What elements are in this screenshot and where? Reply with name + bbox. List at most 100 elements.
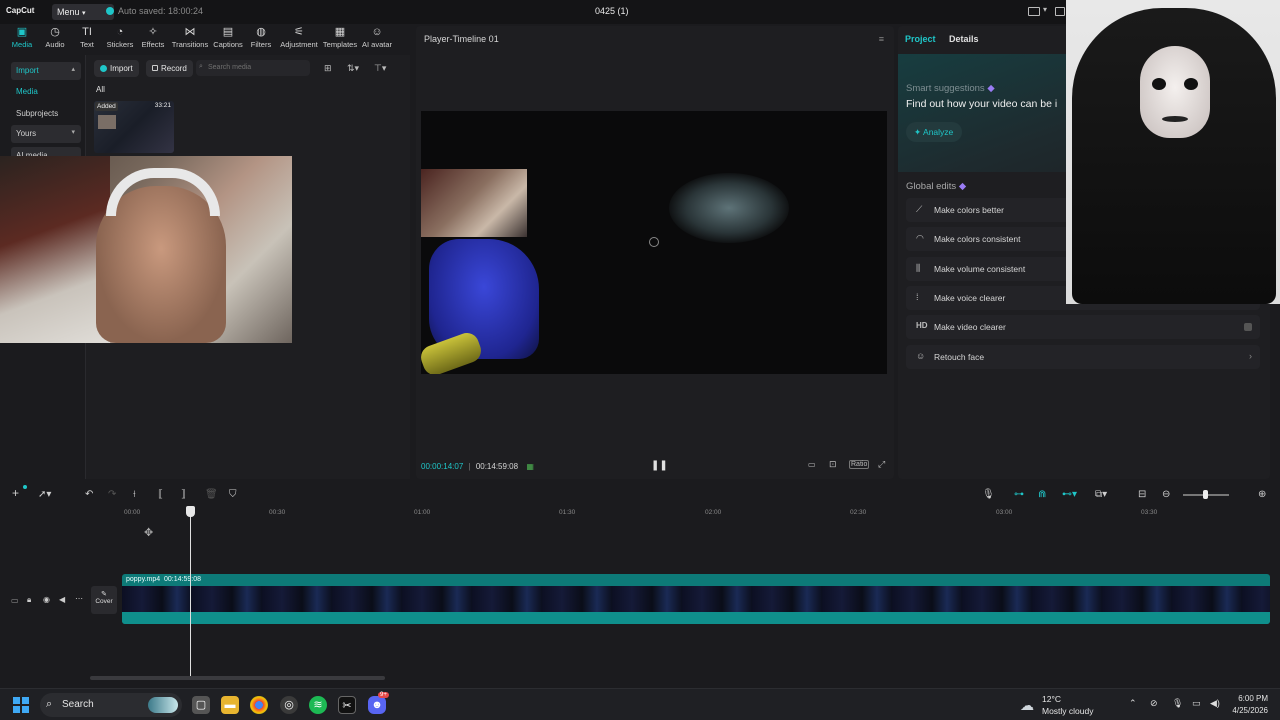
chrome-icon[interactable] <box>250 696 268 714</box>
zoom-slider-handle[interactable] <box>1203 490 1208 499</box>
track-screen-icon[interactable]: ▭ <box>11 596 19 605</box>
transitions-icon: ⋈ <box>184 26 196 38</box>
chevron-down-icon[interactable]: ▾ <box>1043 5 1047 14</box>
tool-adjustment[interactable]: ⚟ Adjustment <box>279 26 319 49</box>
task-view-icon[interactable]: ▢ <box>192 696 210 714</box>
menu-button[interactable]: Menu ▾ <box>52 4 114 20</box>
thumbnail-icon[interactable]: ⊟ <box>1138 489 1146 500</box>
clip-name: poppy.mp4 <box>126 576 161 583</box>
chevron-up-icon[interactable]: ⌃ <box>1129 698 1137 709</box>
tool-label: Media <box>11 40 33 49</box>
clock-date[interactable]: 4/25/2026 <box>1228 706 1268 715</box>
tab-details[interactable]: Details <box>949 34 979 44</box>
filter-all[interactable]: All <box>96 85 105 94</box>
tool-captions[interactable]: ▤ Captions <box>212 26 244 49</box>
tool-label: AI avatar <box>361 40 392 49</box>
clock-time[interactable]: 6:00 PM <box>1236 694 1268 703</box>
sidebar-item-yours[interactable]: Yours ▾ <box>11 125 81 143</box>
app-icon[interactable]: ◎ <box>280 696 298 714</box>
toggle-icon[interactable] <box>1244 323 1252 331</box>
window-icon[interactable] <box>1055 7 1065 16</box>
select-tool-icon[interactable]: ➚▾ <box>38 489 51 500</box>
windows-start-icon[interactable] <box>13 697 29 713</box>
edit-retouch-face[interactable]: ☺ Retouch face › <box>906 345 1260 369</box>
marker-icon[interactable]: ⛉ <box>229 489 237 500</box>
trim-left-icon[interactable]: ⟦ <box>158 489 163 500</box>
grid-view-icon[interactable]: ⊞ <box>324 63 332 74</box>
magnet-icon[interactable]: ⋒ <box>1038 489 1046 500</box>
lock-icon[interactable]: 🔒︎ <box>27 595 31 605</box>
tool-stickers[interactable]: ◔ Stickers <box>105 26 135 49</box>
right-eye-image <box>1184 78 1198 90</box>
timeline-scrollbar[interactable] <box>90 676 385 680</box>
sidebar-item-import[interactable]: Import ▴ <box>11 62 81 80</box>
snap-icon[interactable]: ⊷▾ <box>1062 489 1077 500</box>
sidebar-item-media[interactable]: Media <box>11 83 81 101</box>
edit-label: Retouch face <box>934 352 985 362</box>
weather-desc[interactable]: Mostly cloudy <box>1042 706 1094 716</box>
tool-filters[interactable]: ◍ Filters <box>249 26 273 49</box>
preview-axis-icon[interactable]: ⧉▾ <box>1095 489 1107 500</box>
edit-make-video-clearer[interactable]: HD Make video clearer <box>906 315 1260 339</box>
tool-label: Filters <box>250 40 272 49</box>
microphone-icon[interactable]: 🎙 <box>1172 698 1183 709</box>
playhead-handle[interactable] <box>186 506 195 517</box>
menu-icon[interactable]: ≡ <box>879 34 884 44</box>
tool-audio[interactable]: ◷ Audio <box>43 26 67 49</box>
tab-project[interactable]: Project <box>905 34 936 44</box>
tool-transitions[interactable]: ⋈ Transitions <box>171 26 209 49</box>
fullscreen-preview-icon[interactable]: ▭ <box>808 460 816 469</box>
tool-templates[interactable]: ▦ Templates <box>322 26 358 49</box>
layout-icon[interactable] <box>1028 7 1040 16</box>
expand-icon[interactable]: ⤢ <box>878 459 885 470</box>
file-explorer-icon[interactable]: ▬ <box>221 696 239 714</box>
microphone-icon[interactable]: 🎙 <box>982 489 995 500</box>
search-icon: ⌕ <box>46 698 53 710</box>
delete-icon[interactable]: 🗑 <box>205 489 218 500</box>
sort-icon[interactable]: ⇅▾ <box>347 63 359 74</box>
more-icon[interactable]: ⋯ <box>75 594 83 603</box>
discord-icon[interactable]: ☻ <box>368 696 386 714</box>
split-icon[interactable]: ⟊ <box>133 489 136 500</box>
record-button[interactable]: Record <box>146 60 193 77</box>
import-button[interactable]: Import <box>94 60 139 77</box>
sidebar-item-label: Yours <box>16 129 37 138</box>
sidebar-item-label: Media <box>16 87 38 96</box>
ratio-button[interactable]: Ratio <box>849 460 870 469</box>
media-thumbnail[interactable]: Added 33:21 <box>94 101 174 153</box>
add-track-icon[interactable]: + <box>12 486 19 500</box>
zoom-in-icon[interactable]: ⊕ <box>1258 489 1266 500</box>
pause-button[interactable]: ❚❚ <box>651 460 668 471</box>
analyze-button[interactable]: ✦ Analyze <box>906 122 963 142</box>
search-media-input[interactable]: ⌕ Search media <box>196 60 310 76</box>
network-off-icon[interactable]: ⊘ <box>1150 698 1158 709</box>
sidebar-item-subprojects[interactable]: Subprojects <box>11 105 81 123</box>
undo-icon[interactable]: ↶ <box>85 489 93 500</box>
spotify-icon[interactable]: ≋ <box>309 696 327 714</box>
video-clip[interactable]: poppy.mp4 00:14:59:08 <box>122 574 1270 624</box>
volume-icon[interactable]: ◀) <box>1210 698 1220 709</box>
tool-ai-avatar[interactable]: ☺ AI avatar <box>361 26 393 49</box>
tool-media[interactable]: ▣ Media <box>10 26 34 49</box>
display-icon[interactable]: ▭ <box>1192 698 1201 709</box>
taskbar-search[interactable]: ⌕ Search <box>40 693 182 717</box>
video-preview[interactable] <box>421 111 887 374</box>
weather-temp[interactable]: 12°C <box>1042 694 1061 704</box>
project-title[interactable]: 0425 (1) <box>595 6 629 16</box>
zoom-icon[interactable]: ⊡ <box>829 459 837 470</box>
zoom-out-icon[interactable]: ⊖ <box>1162 489 1170 500</box>
filters-icon: ◍ <box>256 26 266 38</box>
tool-effects[interactable]: ✧ Effects <box>139 26 167 49</box>
cover-button[interactable]: ✎ Cover <box>91 586 117 614</box>
tool-text[interactable]: TI Text <box>76 26 98 49</box>
redo-icon[interactable]: ↷ <box>108 489 116 500</box>
trim-right-icon[interactable]: ⟧ <box>181 489 186 500</box>
link-icon[interactable]: ⊶ <box>1014 489 1024 500</box>
playhead-line[interactable] <box>190 512 191 676</box>
search-placeholder: Search media <box>208 64 252 71</box>
eye-icon[interactable]: ◉ <box>43 595 50 604</box>
capcut-icon[interactable]: ✂ <box>338 696 356 714</box>
speaker-icon[interactable]: ◀︎ <box>59 595 65 604</box>
filter-icon[interactable]: ⊤▾ <box>374 63 386 74</box>
autosave-text: Auto saved: 18:00:24 <box>118 6 204 16</box>
